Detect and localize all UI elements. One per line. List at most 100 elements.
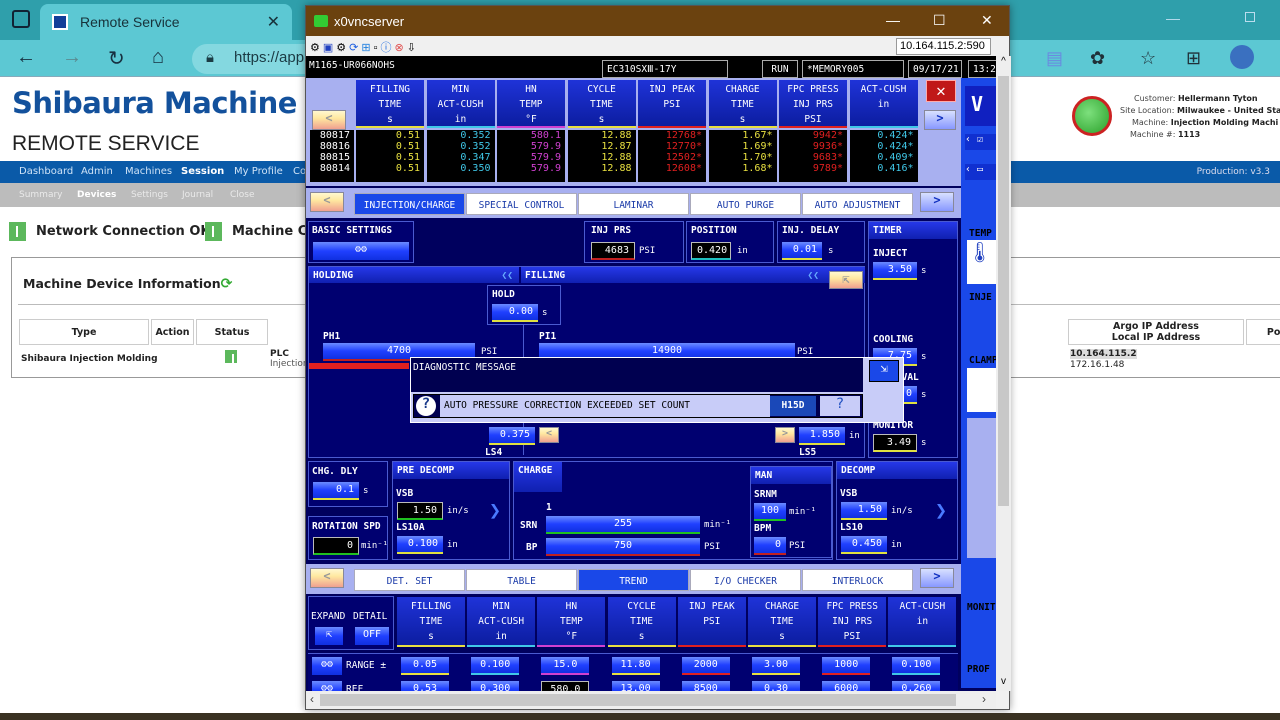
inj-delay-input[interactable]: 0.01 <box>782 242 822 260</box>
filling-collapse-icon[interactable]: ❮❮ <box>808 270 819 281</box>
tabs-prev-button[interactable]: < <box>310 192 344 212</box>
tab-i-o-checker[interactable]: I/O CHECKER <box>690 569 801 591</box>
range-input[interactable]: 2000 <box>681 657 730 675</box>
subnav-settings[interactable]: Settings <box>131 190 168 200</box>
bp-input[interactable]: 750 <box>546 538 700 556</box>
bottom-tabs-prev-button[interactable]: < <box>310 568 344 588</box>
minimize-icon[interactable]: — <box>886 12 900 28</box>
collections-icon[interactable]: ⊞ <box>1186 48 1201 69</box>
charge-delay-input[interactable]: 0.1 <box>313 482 359 500</box>
ls10a-input[interactable]: 0.100 <box>397 536 443 554</box>
holding-collapse-icon[interactable]: ❮❮ <box>502 270 513 281</box>
temp-icon[interactable]: 🌡︎ <box>967 240 996 284</box>
close-monitor-button[interactable]: ✕ <box>926 80 956 102</box>
close-icon[interactable]: ✕ <box>981 12 993 29</box>
favorites-icon[interactable]: ☆ <box>1140 48 1156 69</box>
tabs-next-button[interactable]: > <box>920 192 954 212</box>
pre-decomp-next-icon[interactable]: ❯ <box>489 498 501 522</box>
ls5-input[interactable]: 1.850 <box>799 427 845 445</box>
nav-my-profile[interactable]: My Profile <box>234 166 283 177</box>
ref-input[interactable]: 0.260 <box>892 681 941 691</box>
ref-input[interactable]: 0.53 <box>401 681 449 691</box>
nav-session[interactable]: Session <box>181 166 224 177</box>
srn-input[interactable]: 255 <box>546 516 700 534</box>
extensions-icon[interactable]: ✿ <box>1090 48 1105 69</box>
range-settings-button[interactable]: ⚙⚙ <box>312 657 342 675</box>
subnav-close[interactable]: Close <box>230 190 255 200</box>
scroll-thumb[interactable] <box>998 76 1009 506</box>
help-button[interactable]: ? <box>820 396 860 416</box>
timer-inject-input[interactable]: 3.50 <box>873 262 917 280</box>
hmi-screen[interactable]: M1165-UR066NOHS EC310SXⅢ-17Y RUN *MEMORY… <box>306 56 996 691</box>
bpm-input[interactable]: 0 <box>754 537 786 555</box>
basic-settings-button[interactable]: ⚙⚙ <box>313 242 409 260</box>
options-icon[interactable]: ⚙ <box>310 42 323 54</box>
tab-actions-icon[interactable] <box>12 10 30 28</box>
ref-input[interactable]: 13.00 <box>611 681 660 691</box>
scroll-thumb[interactable] <box>320 694 956 706</box>
back-icon[interactable]: ← <box>16 46 36 69</box>
detail-toggle[interactable]: OFF <box>355 627 389 645</box>
nav-dashboard[interactable]: Dashboard <box>19 166 73 177</box>
tab-interlock[interactable]: INTERLOCK <box>802 569 913 591</box>
settings-icon[interactable]: ⚙ <box>336 42 349 54</box>
ls5-right-button[interactable]: > <box>775 427 795 443</box>
hold-time-input[interactable]: 0.00 <box>492 304 538 322</box>
disconnect-icon[interactable]: ⊗ <box>395 42 407 54</box>
range-input[interactable]: 0.100 <box>471 657 520 675</box>
decomp-next-icon[interactable]: ❯ <box>935 498 947 522</box>
ref-input[interactable]: 6000 <box>822 681 871 691</box>
close-tab-icon[interactable]: ✕ <box>267 12 280 32</box>
minimize-icon[interactable]: — <box>1166 10 1180 26</box>
home-icon[interactable]: ⌂ <box>152 46 164 69</box>
maximize-icon[interactable] <box>1245 12 1255 22</box>
ctrl-alt-del-icon[interactable]: ▫ <box>374 42 381 54</box>
tab-trend[interactable]: TREND <box>578 569 689 591</box>
range-input[interactable]: 15.0 <box>541 657 590 675</box>
minimize-dialog-button[interactable]: ⇲ <box>869 360 899 382</box>
ref-input[interactable]: 0.300 <box>471 681 520 691</box>
clamp-icon[interactable] <box>967 368 996 412</box>
range-input[interactable]: 0.05 <box>401 657 449 675</box>
vnc-address-field[interactable]: 10.164.115.2:590 <box>896 38 991 55</box>
vertical-scrollbar[interactable]: ^ v <box>996 56 1011 691</box>
subnav-summary[interactable]: Summary <box>19 190 63 200</box>
refresh-icon[interactable]: ⟳ <box>221 276 233 292</box>
side-check-button[interactable]: ‹ ☑ <box>965 134 996 150</box>
tab-special-control[interactable]: SPECIAL CONTROL <box>466 193 577 215</box>
range-input[interactable]: 3.00 <box>752 657 800 675</box>
monitor-next-button[interactable]: > <box>924 110 956 130</box>
tab-laminar[interactable]: LAMINAR <box>578 193 689 215</box>
expand-button[interactable]: ⇱ <box>315 627 343 645</box>
pre-decomp-vsb-input[interactable]: 1.50 <box>397 502 443 520</box>
forward-icon[interactable]: → <box>62 46 82 69</box>
maximize-icon[interactable]: ☐ <box>933 12 946 29</box>
subnav-journal[interactable]: Journal <box>182 190 213 200</box>
side-monitor-button[interactable]: ‹ ▭ <box>965 164 996 180</box>
ref-settings-button[interactable]: ⚙⚙ <box>312 681 342 691</box>
windows-key-icon[interactable]: ⊞ <box>361 42 373 54</box>
reload-icon[interactable]: ↻ <box>108 46 125 71</box>
range-input[interactable]: 0.100 <box>892 657 941 675</box>
ls10-input[interactable]: 0.450 <box>841 536 887 554</box>
refresh-icon[interactable]: ⟳ <box>349 42 361 54</box>
tab-auto-purge[interactable]: AUTO PURGE <box>690 193 801 215</box>
ls4-input[interactable]: 0.375 <box>489 427 535 445</box>
browser-tab[interactable]: Remote Service ✕ <box>40 4 292 40</box>
subnav-devices[interactable]: Devices <box>77 190 116 200</box>
nav-admin[interactable]: Admin <box>81 166 113 177</box>
tab-det-set[interactable]: DET. SET <box>354 569 465 591</box>
monitor-prev-button[interactable]: < <box>312 110 346 130</box>
tab-auto-adjustment[interactable]: AUTO ADJUSTMENT <box>802 193 913 215</box>
expand-view-button[interactable]: ⇱ <box>829 271 863 289</box>
ls4-left-button[interactable]: < <box>539 427 559 443</box>
bottom-tabs-next-button[interactable]: > <box>920 568 954 588</box>
info-icon[interactable]: ⓘ <box>381 42 395 54</box>
fullscreen-icon[interactable]: ▣ <box>323 42 336 54</box>
read-aloud-icon[interactable]: ▤ <box>1046 48 1063 69</box>
ref-input[interactable]: 580.0 <box>541 681 590 691</box>
profile-avatar[interactable] <box>1230 45 1254 69</box>
tab-table[interactable]: TABLE <box>466 569 577 591</box>
srnm-input[interactable]: 100 <box>754 503 786 521</box>
horizontal-scrollbar[interactable]: ‹ › <box>306 691 996 709</box>
